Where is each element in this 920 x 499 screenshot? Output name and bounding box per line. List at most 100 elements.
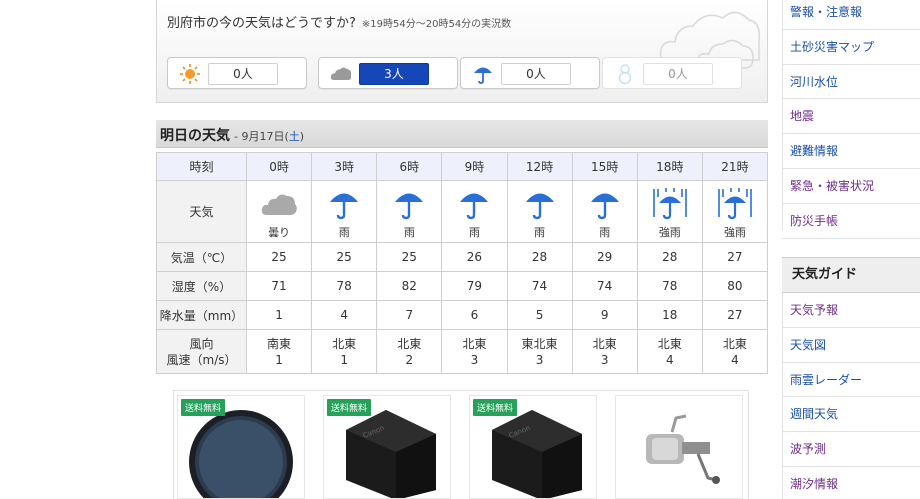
sidebar-item-earthquake[interactable]: 地震 <box>782 99 920 135</box>
humidity-cell: 82 <box>376 271 443 301</box>
wind-cell: 北東 2 <box>376 329 443 374</box>
sidebar-item-label: 天気予報 <box>790 303 839 317</box>
forecast-table: 時刻 0時 3時 6時 9時 12時 15時 18時 21時 天気 曇り 雨 雨… <box>156 152 769 374</box>
vote-sunny-button[interactable]: 0人 <box>167 57 307 89</box>
sidebar-disaster-menu: 警報・注意報 土砂災害マップ 河川水位 地震 避難情報 緊急・被害状況 防災手帳 <box>782 0 920 239</box>
umbrella-icon <box>330 193 359 220</box>
sidebar-item-landslide-map[interactable]: 土砂災害マップ <box>782 30 920 65</box>
weather-label: 雨 <box>534 226 546 239</box>
row-label-weather: 天気 <box>156 180 247 243</box>
weather-label: 雨 <box>338 226 350 239</box>
wind-direction: 北東 <box>397 336 422 351</box>
free-shipping-badge: 送料無料 <box>181 399 226 416</box>
precipitation-cell: 4 <box>311 300 378 330</box>
free-shipping-badge: 送料無料 <box>473 399 518 416</box>
free-shipping-badge: 送料無料 <box>327 399 372 416</box>
vote-cloudy-button[interactable]: 3人 <box>318 57 458 89</box>
hour-cell: 3時 <box>311 152 378 181</box>
vote-snowy-button[interactable]: 0人 <box>602 57 742 89</box>
wind-cell: 北東 4 <box>701 329 769 374</box>
wind-cell: 東北東 3 <box>506 329 573 374</box>
wind-speed: 1 <box>340 352 348 367</box>
product-card[interactable]: Canon 送料無料 <box>323 395 451 499</box>
survey-question: 別府市の今の天気はどうですか? <box>167 16 356 31</box>
heavy-rain-umbrella-icon <box>653 188 687 220</box>
sidebar-item-weekly-weather[interactable]: 週間天気 <box>782 397 920 433</box>
hour-cell: 0時 <box>245 152 313 181</box>
humidity-cell: 74 <box>571 271 638 301</box>
weather-label: 雨 <box>599 226 611 239</box>
sun-icon <box>180 64 200 84</box>
umbrella-icon <box>474 67 492 84</box>
humidity-row: 湿度（%） 71 78 82 79 74 74 78 80 <box>156 271 769 301</box>
temperature-cell: 28 <box>636 242 703 272</box>
weather-label: 雨 <box>468 226 480 239</box>
snowman-icon <box>618 64 632 85</box>
hour-cell: 6時 <box>376 152 443 181</box>
forecast-date-suffix: ) <box>299 130 305 143</box>
wind-direction: 北東 <box>592 336 617 351</box>
humidity-cell: 78 <box>311 271 378 301</box>
sidebar-item-label: 警報・注意報 <box>790 5 863 19</box>
sidebar-item-forecast[interactable]: 天気予報 <box>782 293 920 328</box>
wind-speed: 3 <box>535 352 544 367</box>
temperature-cell: 28 <box>506 242 573 272</box>
sidebar-item-label: 河川水位 <box>790 74 839 89</box>
vote-count-rainy: 0人 <box>501 63 571 85</box>
precipitation-row: 降水量（mm） 1 4 7 6 5 9 18 27 <box>156 300 769 330</box>
sidebar-item-rain-radar[interactable]: 雨雲レーダー <box>782 363 920 398</box>
sidebar-item-weather-map[interactable]: 天気図 <box>782 328 920 363</box>
product-card[interactable]: Canon 送料無料 <box>469 395 597 499</box>
weather-cell: 雨 <box>311 180 378 243</box>
sidebar-item-river-level[interactable]: 河川水位 <box>782 65 920 100</box>
wind-direction: 南東 <box>267 336 292 351</box>
sidebar-item-label: 避難情報 <box>790 144 839 159</box>
sidebar-item-label: 波予測 <box>790 442 827 457</box>
temperature-cell: 27 <box>701 242 769 272</box>
hour-cell: 9時 <box>441 152 508 181</box>
temperature-cell: 29 <box>571 242 638 272</box>
sidebar-item-disaster-handbook[interactable]: 防災手帳 <box>782 204 920 239</box>
temperature-cell: 25 <box>376 242 443 272</box>
cloud-icon <box>261 194 297 215</box>
forecast-title: 明日の天気 <box>160 128 230 144</box>
wind-speed: 3 <box>470 352 479 367</box>
cloud-icon <box>330 67 352 80</box>
product-card[interactable]: 送料無料 <box>177 395 305 499</box>
weather-label: 曇り <box>268 226 291 239</box>
sidebar-item-warnings[interactable]: 警報・注意報 <box>782 0 920 30</box>
sidebar-item-label: 緊急・被害状況 <box>790 178 875 193</box>
wind-cell: 北東 4 <box>636 329 703 374</box>
wind-cell: 北東 1 <box>311 329 378 374</box>
wind-direction: 北東 <box>657 336 682 351</box>
sidebar-item-label: 地震 <box>790 109 815 124</box>
sidebar-item-evacuation[interactable]: 避難情報 <box>782 134 920 169</box>
weather-cell: 雨 <box>506 180 573 243</box>
forecast-weekday: 土 <box>288 130 300 143</box>
weather-cell: 強雨 <box>701 180 769 243</box>
sidebar-guide-menu: 天気予報 天気図 雨雲レーダー 週間天気 波予測 潮汐情報 <box>782 293 920 499</box>
forecast-date-prefix: - 9月17日( <box>234 130 289 143</box>
humidity-cell: 78 <box>636 271 703 301</box>
vote-count-cloudy: 3人 <box>359 63 429 85</box>
hour-cell: 21時 <box>701 152 769 181</box>
weather-label: 強雨 <box>658 226 681 239</box>
sidebar-item-wave-forecast[interactable]: 波予測 <box>782 432 920 467</box>
sidebar-item-emergency[interactable]: 緊急・被害状況 <box>782 169 920 204</box>
umbrella-icon <box>460 193 489 220</box>
weather-cell: 強雨 <box>636 180 703 243</box>
vote-rainy-button[interactable]: 0人 <box>460 57 600 89</box>
product-card[interactable] <box>615 395 743 499</box>
sidebar-item-label: 潮汐情報 <box>790 476 839 491</box>
precipitation-cell: 6 <box>441 300 508 330</box>
sidebar-item-label: 土砂災害マップ <box>790 39 875 54</box>
weather-cell: 雨 <box>571 180 638 243</box>
wind-cell: 北東 3 <box>571 329 638 374</box>
weather-cell: 雨 <box>441 180 508 243</box>
sidebar-item-tide-info[interactable]: 潮汐情報 <box>782 467 920 499</box>
hour-cell: 15時 <box>571 152 638 181</box>
row-label-precipitation: 降水量（mm） <box>156 300 247 330</box>
hour-row: 時刻 0時 3時 6時 9時 12時 15時 18時 21時 <box>156 152 769 181</box>
vote-count-snowy: 0人 <box>643 63 713 85</box>
wind-speed: 4 <box>731 352 739 367</box>
